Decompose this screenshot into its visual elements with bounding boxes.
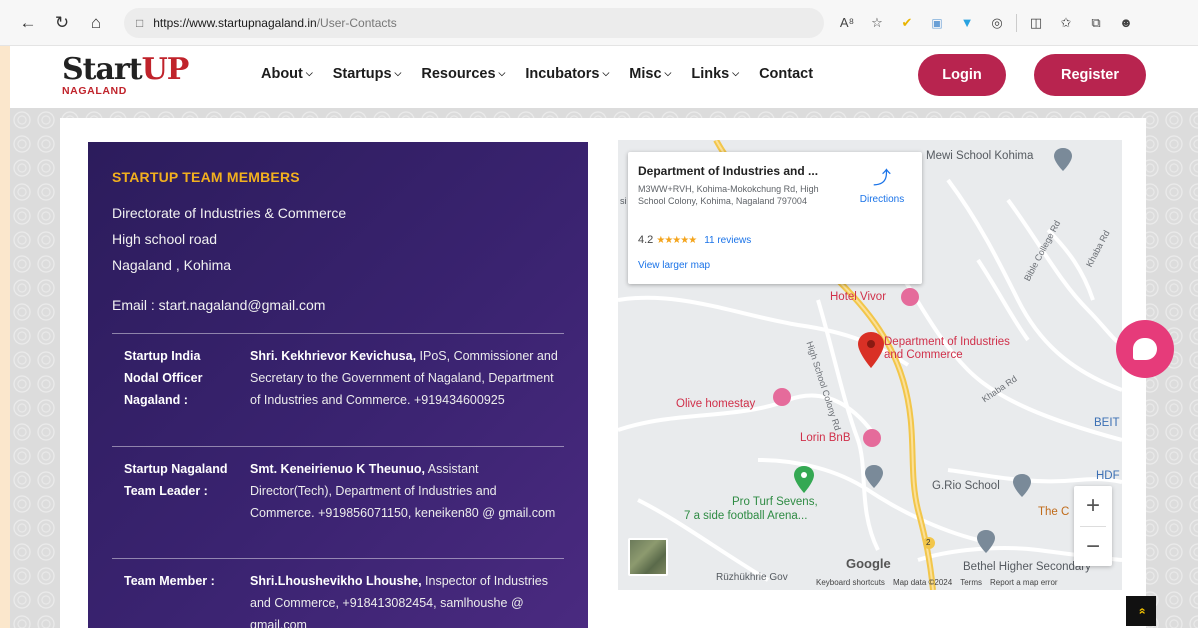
- map-label: 7 a side football Arena...: [684, 510, 808, 522]
- member-description: Shri. Kekhrievor Kevichusa, IPoS, Commis…: [250, 349, 558, 407]
- extension-shield-icon[interactable]: ▼: [952, 9, 982, 37]
- team-title: STARTUP TEAM MEMBERS: [112, 169, 300, 185]
- map-label: The C: [1038, 506, 1070, 518]
- chevron-down-icon: ⌵: [664, 68, 672, 78]
- favorites-icon[interactable]: ✩: [1051, 9, 1081, 37]
- map-label: BEIT: [1094, 417, 1120, 429]
- extension-copilot-icon[interactable]: ◎: [982, 9, 1012, 37]
- google-logo: Google: [846, 556, 891, 571]
- contact-email: Email : start.nagaland@gmail.com: [112, 297, 326, 313]
- view-larger-map-link[interactable]: View larger map: [638, 260, 710, 271]
- extension-check-icon[interactable]: ✔: [892, 9, 922, 37]
- browser-toolbar: ← ↻ ⌂ □ https://www.startupnagaland.in/U…: [0, 0, 1198, 46]
- member-description: Shri.Lhoushevikho Lhoushe, Inspector of …: [250, 574, 548, 628]
- chat-widget-button[interactable]: [1116, 320, 1174, 378]
- address-line: Nagaland , Kohima: [112, 257, 232, 273]
- address-line: High school road: [112, 231, 218, 247]
- chevron-down-icon: ⌵: [732, 68, 740, 78]
- favorite-star-icon[interactable]: ☆: [862, 9, 892, 37]
- map-label: si: [620, 196, 627, 206]
- map-data-text: Map data ©2024: [892, 577, 953, 587]
- zoom-out-button[interactable]: −: [1074, 527, 1112, 567]
- map-zoom-control: + −: [1074, 486, 1112, 566]
- back-icon[interactable]: ←: [14, 9, 42, 37]
- chevron-down-icon: ⌵: [498, 68, 506, 78]
- lock-icon: □: [136, 15, 144, 30]
- embedded-map[interactable]: Mewi School Kohima Hotel Vivor Departmen…: [618, 140, 1122, 590]
- member-role: Team Member :: [124, 574, 215, 588]
- member-description: Smt. Keneirienuo K Theunuo, Assistant Di…: [250, 462, 556, 520]
- member-role: Startup India Nodal Officer Nagaland :: [124, 349, 203, 407]
- menu-incubators[interactable]: Incubators ⌵: [525, 66, 609, 82]
- chevron-down-icon: ⌵: [394, 68, 402, 78]
- place-title: Department of Industries and ...: [638, 164, 819, 178]
- map-label: Bethel Higher Secondary: [963, 561, 1091, 573]
- extension-square-icon[interactable]: ▣: [922, 9, 952, 37]
- scroll-to-top-button[interactable]: »: [1126, 596, 1156, 626]
- map-label: Hotel Vivor: [830, 291, 887, 303]
- address-bar[interactable]: □ https://www.startupnagaland.in/User-Co…: [124, 7, 824, 38]
- map-label: G.Rio School: [932, 480, 1000, 492]
- map-label: Lorin BnB: [800, 432, 851, 444]
- address-line: Directorate of Industries & Commerce: [112, 205, 347, 221]
- place-rating: 4.2 ★★★★★ 11 reviews: [638, 234, 752, 246]
- report-error-link[interactable]: Report a map error: [990, 578, 1058, 587]
- reviews-link[interactable]: 11 reviews: [704, 235, 751, 246]
- map-label: and Commerce: [884, 349, 963, 361]
- login-button[interactable]: Login: [918, 54, 1006, 96]
- menu-resources[interactable]: Resources ⌵: [421, 66, 505, 82]
- menu-contact[interactable]: Contact: [759, 66, 813, 82]
- map-road-number: 2: [926, 538, 931, 547]
- map-info-window: Department of Industries and ... M3WW+RV…: [628, 152, 922, 284]
- keyboard-shortcuts-link[interactable]: Keyboard shortcuts: [816, 578, 885, 587]
- menu-startups[interactable]: Startups ⌵: [333, 66, 402, 82]
- profile-icon[interactable]: ☻: [1111, 9, 1141, 37]
- map-label: Mewi School Kohima: [926, 150, 1034, 162]
- reload-icon[interactable]: ↻: [48, 9, 76, 37]
- menu-links[interactable]: Links ⌵: [691, 66, 739, 82]
- place-address: M3WW+RVH, Kohima-Mokokchung Rd, High Sch…: [638, 184, 819, 206]
- directions-icon: ⤴: [873, 168, 891, 188]
- map-label: Olive homestay: [676, 398, 756, 410]
- member-role: Startup Nagaland Team Leader :: [124, 462, 228, 498]
- main-menu: About ⌵ Startups ⌵ Resources ⌵ Incubators ⌵ …: [261, 66, 833, 82]
- chevron-down-icon: ⌵: [305, 68, 313, 78]
- url-path: /User-Contacts: [316, 15, 397, 30]
- site-header: StartUP NAGALAND About ⌵ Startups ⌵ Resour…: [10, 46, 1198, 108]
- read-aloud-icon[interactable]: A⁸: [832, 9, 862, 37]
- zoom-in-button[interactable]: +: [1074, 486, 1112, 526]
- terms-link[interactable]: Terms: [960, 578, 982, 587]
- chat-bubble-icon: [1133, 338, 1157, 360]
- menu-about[interactable]: About ⌵: [261, 66, 313, 82]
- map-label: HDF: [1096, 470, 1120, 482]
- directions-button[interactable]: ⤴ Directions: [850, 164, 914, 205]
- startup-nagaland-logo[interactable]: StartUP NAGALAND: [62, 54, 189, 102]
- menu-misc[interactable]: Misc ⌵: [629, 66, 671, 82]
- chevron-down-icon: ⌵: [602, 68, 610, 78]
- map-footer: Keyboard shortcuts Map data ©2024 Terms …: [712, 574, 1122, 590]
- double-chevron-up-icon: »: [1134, 607, 1148, 615]
- split-screen-icon[interactable]: ◫: [1021, 9, 1051, 37]
- url-host: https://www.startupnagaland.in: [153, 15, 317, 30]
- team-contact-card: STARTUP TEAM MEMBERS Directorate of Indu…: [88, 142, 588, 628]
- satellite-toggle[interactable]: [628, 538, 668, 576]
- collections-icon[interactable]: ⧉: [1081, 9, 1111, 37]
- rating-stars-icon: ★★★★★: [656, 235, 697, 246]
- map-label: Pro Turf Sevens,: [732, 496, 818, 508]
- map-label: Department of Industries: [884, 336, 1010, 348]
- register-button[interactable]: Register: [1034, 54, 1146, 96]
- home-icon[interactable]: ⌂: [82, 9, 110, 37]
